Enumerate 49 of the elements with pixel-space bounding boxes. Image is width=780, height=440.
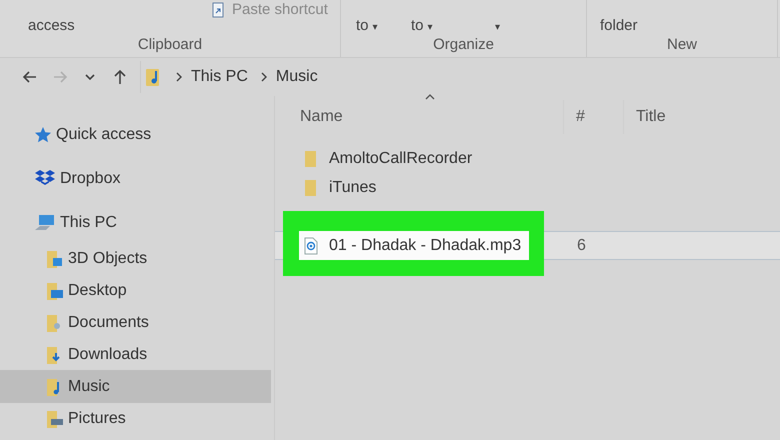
desktop-folder-icon xyxy=(46,280,64,300)
group-label: New xyxy=(666,36,697,55)
folder-icon xyxy=(304,150,318,168)
sidebar-item[interactable]: This PC xyxy=(0,208,271,238)
chevron-icon xyxy=(175,71,183,83)
ribbon-button[interactable]: ▾ xyxy=(491,17,500,34)
folder-icon xyxy=(304,178,318,196)
sidebar-label: Dropbox xyxy=(60,170,120,188)
track-number: 6 xyxy=(577,236,586,254)
file-row[interactable]: 01 - Dhadak - Dhadak.mp3 6 xyxy=(275,231,780,260)
ribbon-button[interactable]: folder xyxy=(600,17,638,34)
sidebar-item[interactable]: Music xyxy=(0,370,271,403)
breadcrumb-item[interactable]: Music xyxy=(276,68,318,86)
sidebar-item[interactable]: Dropbox xyxy=(0,164,271,194)
group-label: Clipboard xyxy=(138,36,202,55)
chevron-icon xyxy=(260,71,268,83)
sidebar-label: Quick access xyxy=(56,126,152,144)
file-name: AmoltoCallRecorder xyxy=(329,150,472,168)
file-row[interactable]: AmoltoCallRecorder xyxy=(275,144,780,173)
file-name: iTunes xyxy=(329,178,376,196)
pictures-folder-icon xyxy=(46,408,64,428)
sidebar-item[interactable]: 3D Objects xyxy=(0,242,271,275)
sidebar-label: Documents xyxy=(68,314,149,332)
sidebar-item[interactable]: Desktop xyxy=(0,274,271,307)
cube-folder-icon xyxy=(46,248,64,268)
sidebar-label: This PC xyxy=(60,214,117,232)
star-icon xyxy=(34,126,52,144)
sidebar-item[interactable]: Downloads xyxy=(0,338,271,371)
audio-file-icon xyxy=(304,236,318,254)
ribbon-button[interactable]: access xyxy=(28,17,75,34)
breadcrumb-item[interactable]: This PC xyxy=(191,68,248,86)
shortcut-icon xyxy=(212,2,224,18)
ribbon-button[interactable]: to ▾ xyxy=(411,17,433,34)
group-label: Organize xyxy=(433,36,494,55)
file-row[interactable]: iTunes xyxy=(275,173,780,202)
column-header[interactable]: # xyxy=(564,100,624,134)
sidebar-item[interactable]: Pictures xyxy=(0,402,271,435)
sidebar-label: 3D Objects xyxy=(68,250,148,268)
sidebar-label: Music xyxy=(68,378,110,396)
column-header[interactable]: Title xyxy=(624,100,666,134)
sidebar-label: Downloads xyxy=(68,346,148,364)
file-name: 01 - Dhadak - Dhadak.mp3 xyxy=(329,236,522,254)
computer-icon xyxy=(34,214,56,232)
sidebar-item[interactable]: Documents xyxy=(0,306,271,339)
sidebar-label: Desktop xyxy=(68,282,127,300)
ribbon-button[interactable]: to ▾ xyxy=(356,17,378,34)
sidebar-item[interactable]: Quick access xyxy=(0,120,271,150)
sidebar-label: Pictures xyxy=(68,410,126,428)
column-header[interactable]: Name xyxy=(275,100,564,134)
